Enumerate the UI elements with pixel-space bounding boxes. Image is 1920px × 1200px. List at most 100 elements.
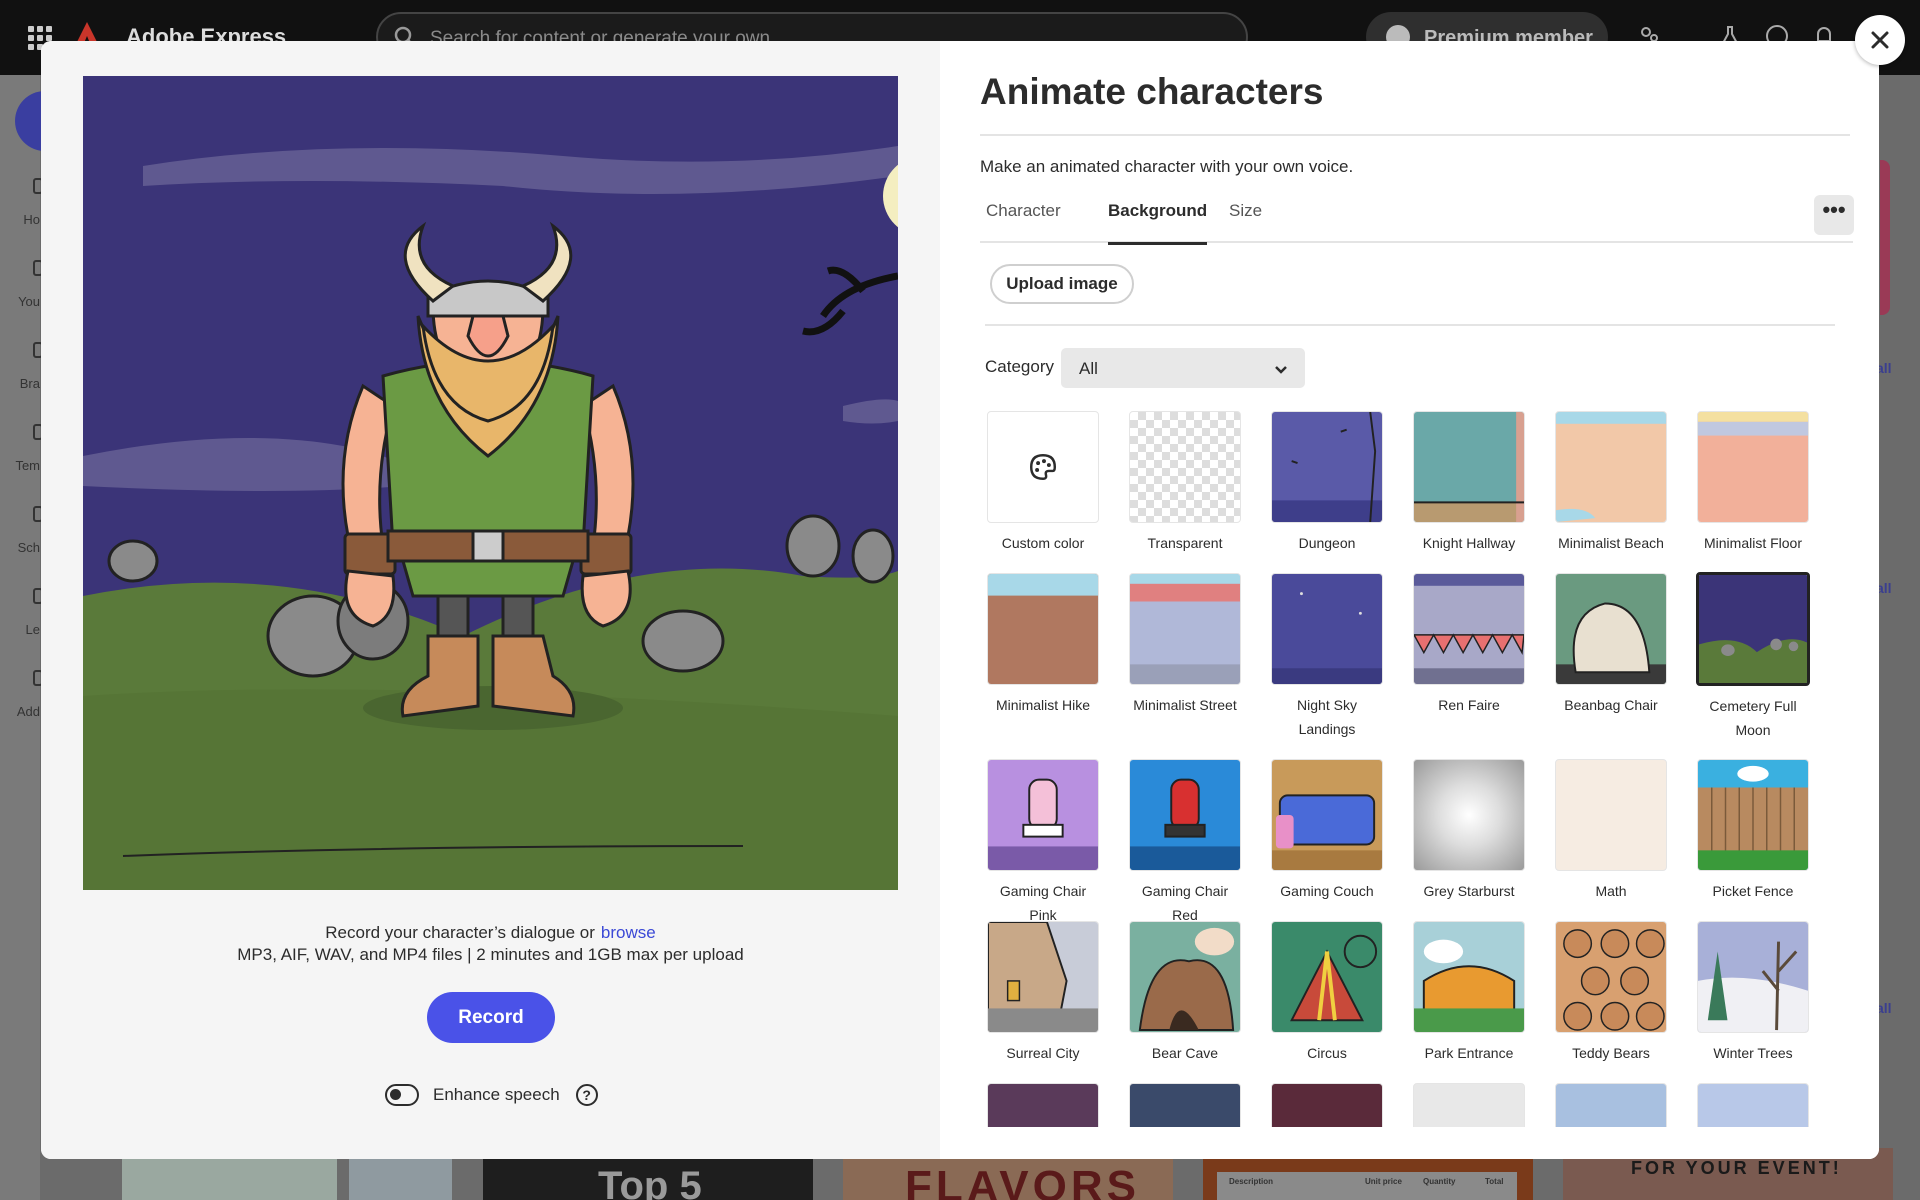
close-button[interactable]: [1855, 15, 1905, 65]
more-options-button[interactable]: •••: [1814, 195, 1854, 235]
background-tile-gaming-chair-red[interactable]: Gaming Chair Red: [1128, 759, 1242, 927]
background-tile-winter-trees[interactable]: Winter Trees: [1696, 921, 1810, 1065]
background-tile-minimalist-street[interactable]: Minimalist Street: [1128, 573, 1242, 717]
tile-thumbnail: [1413, 1083, 1525, 1127]
divider: [985, 324, 1835, 326]
background-tile[interactable]: [1270, 1083, 1384, 1127]
background-tile-custom-color[interactable]: Custom color: [986, 411, 1100, 555]
category-select[interactable]: All: [1061, 348, 1305, 388]
tile-label: Grey Starburst: [1423, 883, 1515, 899]
background-tile[interactable]: [1412, 1083, 1526, 1127]
rail-label-schedule[interactable]: Sch: [0, 540, 40, 555]
tile-thumbnail: [987, 411, 1099, 523]
browse-link[interactable]: browse: [601, 923, 656, 942]
enhance-speech-toggle[interactable]: [385, 1084, 419, 1106]
dialog-subtitle: Make an animated character with your own…: [980, 157, 1354, 176]
enhance-speech-label: Enhance speech: [433, 1085, 560, 1104]
record-button[interactable]: Record: [427, 992, 555, 1043]
background-tile[interactable]: [1128, 1083, 1242, 1127]
rail-label-home[interactable]: Ho: [0, 212, 40, 227]
rail-label-add-ons[interactable]: Add: [0, 704, 40, 719]
background-tile-minimalist-beach[interactable]: Minimalist Beach: [1554, 411, 1668, 555]
tile-label: Beanbag Chair: [1564, 697, 1658, 713]
tile-thumbnail: [1696, 572, 1810, 686]
tab-bar: Character Background Size: [980, 201, 1853, 245]
tile-label: Picket Fence: [1712, 883, 1794, 899]
tile-thumbnail: [987, 759, 1099, 871]
tile-label: Dungeon: [1298, 535, 1356, 551]
background-tile[interactable]: [986, 1083, 1100, 1127]
tile-thumbnail: [1697, 411, 1809, 523]
background-tile-cemetery-full-moon[interactable]: Cemetery Full Moon: [1696, 572, 1810, 742]
tile-thumbnail: [1129, 759, 1241, 871]
tile-label: Circus: [1307, 1045, 1347, 1061]
tile-thumbnail: [1129, 921, 1241, 1033]
upload-image-button[interactable]: Upload image: [990, 264, 1134, 304]
background-tile-circus[interactable]: Circus: [1270, 921, 1384, 1065]
background-tile-grey-starburst[interactable]: Grey Starburst: [1412, 759, 1526, 903]
rail-label-brands[interactable]: Bra: [0, 376, 40, 391]
background-tile-gaming-couch[interactable]: Gaming Couch: [1270, 759, 1384, 903]
tile-label: Night Sky Landings: [1297, 697, 1357, 737]
tile-thumbnail: [987, 1083, 1099, 1127]
tile-thumbnail: [1129, 573, 1241, 685]
background-tile-transparent[interactable]: Transparent: [1128, 411, 1242, 555]
character-preview: [83, 76, 898, 890]
background-tile-minimalist-floor[interactable]: Minimalist Floor: [1696, 411, 1810, 555]
tile-label: Gaming Chair Red: [1141, 883, 1229, 923]
background-tile-math[interactable]: Math: [1554, 759, 1668, 903]
background-card-edge: [1880, 160, 1890, 315]
tile-label: Cemetery Full Moon: [1709, 698, 1797, 738]
tile-label: Ren Faire: [1438, 697, 1500, 713]
background-grid: Custom color Transparent Dungeon Knight …: [986, 411, 1846, 1127]
preview-pane: Record your character’s dialogue or brows…: [41, 41, 940, 1159]
palette-icon: [1029, 453, 1057, 481]
thumbnail-text: FOR YOUR EVENT!: [1631, 1158, 1842, 1178]
background-tile[interactable]: [1696, 1083, 1810, 1127]
background-tile-teddy-bears[interactable]: Teddy Bears: [1554, 921, 1668, 1065]
background-tile-picket-fence[interactable]: Picket Fence: [1696, 759, 1810, 903]
background-tile-beanbag-chair[interactable]: Beanbag Chair: [1554, 573, 1668, 717]
tab-size[interactable]: Size: [1229, 201, 1262, 243]
tile-thumbnail: [1555, 759, 1667, 871]
help-icon[interactable]: ?: [575, 1084, 598, 1106]
record-instructions: Record your character’s dialogue or brows…: [41, 923, 940, 943]
background-tile-dungeon[interactable]: Dungeon: [1270, 411, 1384, 555]
rail-label-learn[interactable]: Le: [0, 622, 40, 637]
background-tile-night-sky-landings[interactable]: Night Sky Landings: [1270, 573, 1384, 741]
rail-label-your-stuff[interactable]: You: [0, 294, 40, 309]
background-tile[interactable]: [1554, 1083, 1668, 1127]
background-tile-bear-cave[interactable]: Bear Cave: [1128, 921, 1242, 1065]
tile-thumbnail: [1271, 921, 1383, 1033]
rail-label-templates[interactable]: Tem: [0, 458, 40, 473]
background-tile-knight-hallway[interactable]: Knight Hallway: [1412, 411, 1526, 555]
tile-label: Transparent: [1147, 535, 1223, 551]
tile-thumbnail: [1271, 411, 1383, 523]
category-value: All: [1079, 359, 1098, 378]
background-tile-minimalist-hike[interactable]: Minimalist Hike: [986, 573, 1100, 717]
background-tile-gaming-chair-pink[interactable]: Gaming Chair Pink: [986, 759, 1100, 927]
divider: [980, 134, 1850, 136]
tab-background[interactable]: Background: [1108, 201, 1208, 245]
background-tile-park-entrance[interactable]: Park Entrance: [1412, 921, 1526, 1065]
background-tile-ren-faire[interactable]: Ren Faire: [1412, 573, 1526, 717]
tile-thumbnail: [1697, 759, 1809, 871]
background-tile-surreal-city[interactable]: Surreal City: [986, 921, 1100, 1065]
tile-label: Gaming Couch: [1280, 883, 1374, 899]
tile-label: Minimalist Beach: [1558, 535, 1664, 551]
tile-thumbnail: [1271, 759, 1383, 871]
tile-label: Minimalist Hike: [995, 697, 1091, 713]
tile-thumbnail: [1697, 1083, 1809, 1127]
tile-thumbnail: [1271, 573, 1383, 685]
tile-thumbnail: [1413, 921, 1525, 1033]
tile-thumbnail: [1413, 573, 1525, 685]
dialog-title: Animate characters: [980, 71, 1324, 112]
tile-label: Winter Trees: [1713, 1045, 1793, 1061]
tile-thumbnail: [1271, 1083, 1383, 1127]
tab-character[interactable]: Character: [986, 201, 1061, 243]
tile-label: Bear Cave: [1151, 1045, 1219, 1061]
tile-label: Math: [1595, 883, 1627, 899]
animate-characters-dialog: Record your character’s dialogue or brows…: [41, 41, 1879, 1159]
invoice-column-label: Description: [1229, 1177, 1274, 1186]
tile-label: Teddy Bears: [1572, 1045, 1650, 1061]
